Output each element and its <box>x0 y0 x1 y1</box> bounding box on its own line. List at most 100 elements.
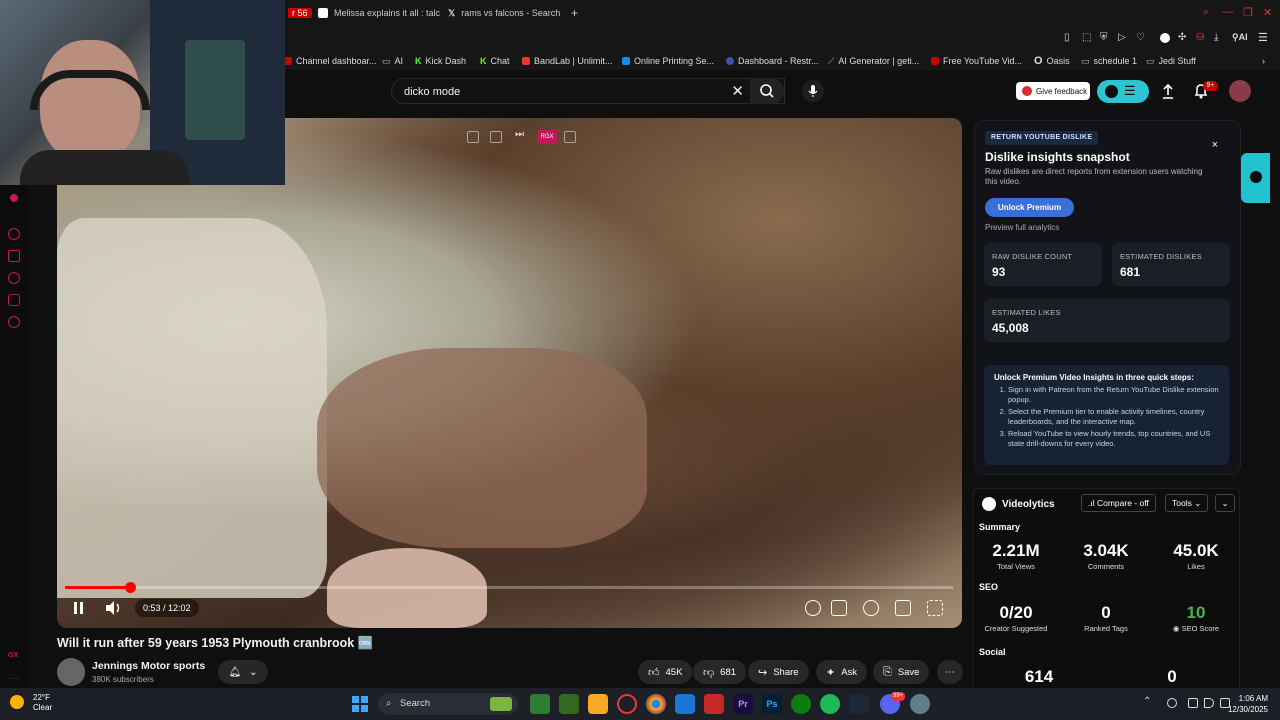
bookmark-item[interactable]: Dashboard - Restr... <box>726 54 819 68</box>
more-actions-button[interactable]: ⋯ <box>937 660 963 684</box>
save-button[interactable]: ⎘ Save <box>873 660 930 684</box>
theater-icon[interactable] <box>564 131 576 143</box>
opera-gx-icon[interactable] <box>617 694 637 714</box>
puzzle-icon[interactable]: ✣ <box>1178 32 1186 43</box>
maximize-icon[interactable]: ❐ <box>1243 6 1253 19</box>
pip-icon[interactable] <box>490 131 502 143</box>
preview-analytics-link[interactable]: Preview full analytics <box>985 223 1059 232</box>
rail-settings-icon[interactable] <box>8 316 20 328</box>
screenshot-icon[interactable]: ⬚ <box>1082 32 1091 43</box>
photos-icon[interactable] <box>675 694 695 714</box>
speaker-icon[interactable] <box>1204 698 1214 708</box>
photoshop-icon[interactable]: Ps <box>762 694 782 714</box>
ai-button[interactable]: ⚲AI <box>1232 32 1248 43</box>
minimize-icon[interactable]: — <box>1222 6 1233 18</box>
bookmark-item[interactable]: Free YouTube Vid... <box>931 54 1022 68</box>
bookmark-item[interactable]: BandLab | Unlimit... <box>522 54 612 68</box>
app-taskbar-icon[interactable] <box>530 694 550 714</box>
subscription-bell-button[interactable]: 🔔︎ ⌄ <box>218 660 268 684</box>
shield-icon[interactable]: ⛨ <box>1100 32 1108 43</box>
file-explorer-icon[interactable] <box>588 694 608 714</box>
xbox-icon[interactable] <box>791 694 811 714</box>
clear-search-icon[interactable]: ✕ <box>731 82 744 100</box>
like-button[interactable]: 👍︎ 45K <box>638 660 693 684</box>
unlock-premium-button[interactable]: Unlock Premium <box>985 198 1074 217</box>
search-button[interactable] <box>750 78 784 104</box>
microphone-tray-icon[interactable] <box>1167 698 1177 708</box>
bookmark-item[interactable]: K Kick Dash <box>415 54 466 68</box>
popout-icon[interactable] <box>467 131 479 143</box>
progress-bar[interactable] <box>65 582 953 593</box>
channel-avatar[interactable] <box>57 658 85 686</box>
skip-icon[interactable]: ⏭ <box>515 129 527 141</box>
rail-more-icon[interactable]: ⋯ <box>10 673 19 684</box>
start-button[interactable] <box>350 694 370 714</box>
taskbar-search[interactable]: ⌕ Search <box>378 693 518 715</box>
channel-name[interactable]: Jennings Motor sports <box>92 660 205 672</box>
dislike-button[interactable]: 👎︎ 681 <box>693 660 747 684</box>
system-clock[interactable]: 1:06 AM 12/30/2025 <box>1228 693 1268 715</box>
browser-tab[interactable]: Melissa explains it all : talc <box>310 3 448 23</box>
feedback-logo-icon <box>1022 86 1032 96</box>
rail-add-icon[interactable] <box>8 228 20 240</box>
new-tab-button[interactable]: + <box>563 3 586 23</box>
ask-button[interactable]: ✦ Ask <box>816 660 868 684</box>
chrome-icon[interactable] <box>646 694 666 714</box>
browser-tab[interactable]: 𝕏 rams vs falcons - Search <box>440 3 568 23</box>
download-icon[interactable]: ⤓ <box>1214 32 1218 43</box>
bookmark-item[interactable]: Online Printing Se... <box>622 54 714 68</box>
close-icon[interactable]: × <box>1212 139 1218 151</box>
account-avatar[interactable] <box>1229 80 1251 102</box>
bookmark-item[interactable]: ▭ schedule 1 <box>1081 54 1137 68</box>
bookmark-item[interactable]: ▭ Jedi Stuff <box>1146 54 1196 68</box>
rgx-button[interactable]: RGX <box>537 130 557 144</box>
search-tabs-icon[interactable]: ⌕ <box>1203 6 1209 19</box>
extension-menu-button[interactable]: ☰ <box>1097 80 1149 103</box>
share-button[interactable]: ↪ Share <box>748 660 809 684</box>
tools-button[interactable]: Tools ⌄ <box>1165 494 1209 512</box>
voice-search-button[interactable] <box>802 80 824 102</box>
premiere-pro-icon[interactable]: Pr <box>733 694 753 714</box>
progress-scrubber[interactable] <box>124 582 136 593</box>
expand-button[interactable]: ⌄ <box>1215 494 1235 512</box>
heart-icon[interactable]: ♡ <box>1136 32 1145 43</box>
network-icon[interactable] <box>1188 698 1198 708</box>
upload-icon[interactable] <box>1160 82 1176 100</box>
volume-icon[interactable] <box>103 598 123 618</box>
captions-icon[interactable] <box>831 600 847 616</box>
rail-history-icon[interactable] <box>8 272 20 284</box>
rail-logo-icon[interactable] <box>10 194 18 202</box>
fullscreen-icon[interactable] <box>927 600 943 616</box>
settings-icon[interactable] <box>863 600 879 616</box>
compare-button[interactable]: .ıl Compare - off <box>1081 494 1156 512</box>
menu-icon[interactable]: ☰ <box>1258 31 1268 44</box>
bookmark-item[interactable]: ⟋ AI Generator | geti... <box>828 54 919 68</box>
miniplayer-icon[interactable] <box>895 600 911 616</box>
calendar-app-icon[interactable] <box>704 694 724 714</box>
extension-red-icon[interactable]: ⛁ <box>1196 32 1204 43</box>
weather-widget[interactable]: 22°F Clear <box>10 693 52 713</box>
bookmark-icon[interactable]: ▯ <box>1064 32 1070 43</box>
give-feedback-button[interactable]: Give feedback <box>1016 82 1090 100</box>
video-player[interactable] <box>57 118 962 628</box>
rail-play-icon[interactable] <box>8 250 20 262</box>
bookmark-item[interactable]: ▭ AI <box>382 54 403 68</box>
app-taskbar-icon[interactable] <box>559 694 579 714</box>
pause-button[interactable] <box>65 596 91 620</box>
extension-side-tab[interactable] <box>1241 153 1270 203</box>
steam-icon[interactable] <box>849 694 869 714</box>
search-input[interactable] <box>402 83 722 101</box>
settings-app-icon[interactable] <box>910 694 930 714</box>
close-window-icon[interactable]: ✕ <box>1263 6 1272 19</box>
bookmark-item[interactable]: O Oasis <box>1034 54 1070 68</box>
bookmark-item[interactable]: Channel dashboar... <box>284 54 377 68</box>
rail-gx-icon[interactable]: GX <box>8 652 18 659</box>
bookmarks-overflow-icon[interactable]: › <box>1262 54 1265 68</box>
rail-cube-icon[interactable] <box>8 294 20 306</box>
spotify-icon[interactable] <box>820 694 840 714</box>
extension-icon[interactable] <box>1160 33 1170 43</box>
autoplay-icon[interactable] <box>805 600 821 616</box>
tray-overflow-icon[interactable]: ⌃ <box>1143 696 1151 707</box>
bookmark-item[interactable]: K Chat <box>480 54 510 68</box>
play-icon[interactable]: ▷ <box>1118 32 1126 43</box>
